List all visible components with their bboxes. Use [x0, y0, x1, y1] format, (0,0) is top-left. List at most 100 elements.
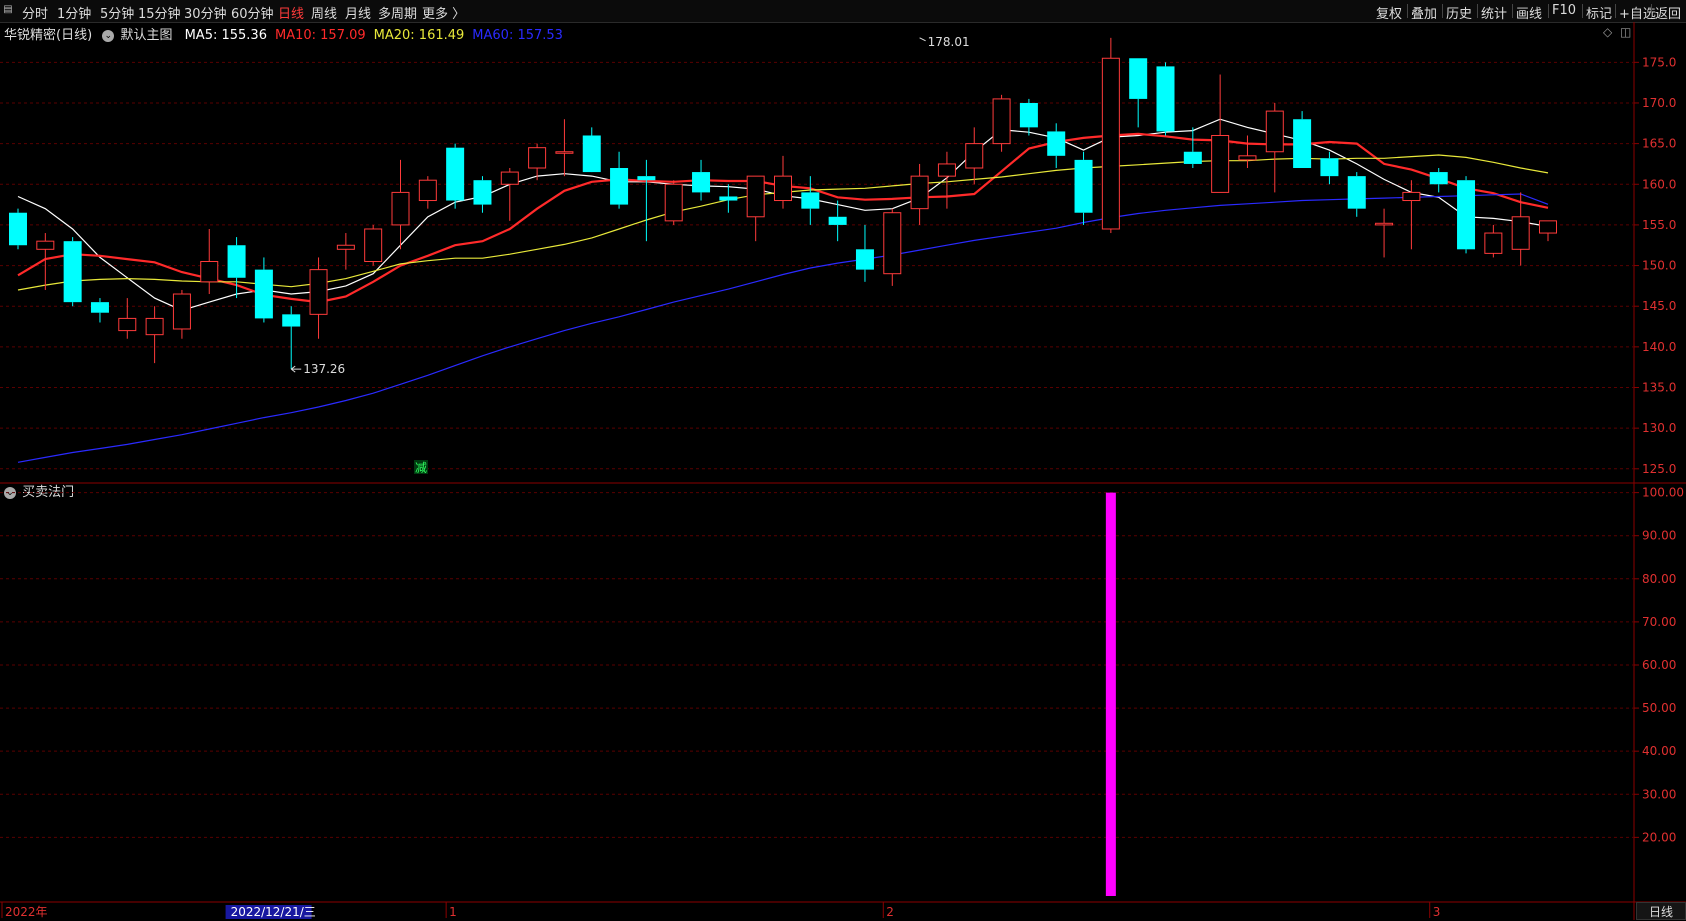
toolbar-separator: [1477, 4, 1478, 18]
candle-body-up: [883, 212, 902, 275]
period-toolbar: ▤ 分时 1分钟 5分钟 15分钟 30分钟 60分钟 日线 周线 月线 多周期 更多 〉 复权 叠加…: [0, 0, 1686, 23]
toolbar-separator: [1651, 4, 1652, 18]
low-label: 137.26: [303, 362, 345, 376]
sub-y-tick-label: 70.00: [1642, 615, 1676, 629]
toolbar-button-4[interactable]: 画线: [1516, 3, 1542, 22]
ma-line-ma5: [17, 118, 1549, 311]
x-tick-label: 2022年: [5, 905, 48, 919]
candle-body-down: [1156, 66, 1175, 132]
menu-icon[interactable]: ▤: [1, 3, 15, 17]
period-tab-1[interactable]: 1分钟: [57, 3, 91, 22]
y-tick-label: 155.0: [1642, 218, 1676, 232]
candle-body-down: [855, 249, 874, 270]
candle-body-down: [582, 135, 601, 173]
candle-body-up: [746, 175, 765, 218]
candle-body-down: [610, 168, 629, 205]
candle-body-down: [1457, 180, 1476, 250]
toolbar-button-1[interactable]: 叠加: [1411, 3, 1437, 22]
candle-body-down: [473, 180, 492, 205]
candle-body-up: [1539, 220, 1557, 234]
candle-body-up: [774, 175, 792, 202]
candle-body-down: [637, 176, 656, 181]
x-tick-label: 2: [886, 905, 894, 919]
candle-body-up: [1211, 134, 1230, 193]
candle-body-down: [828, 216, 847, 225]
low-marker: [290, 365, 302, 373]
kline-chart[interactable]: 125.0130.0135.0140.0145.0150.0155.0160.0…: [0, 22, 1686, 920]
candle-body-up: [664, 183, 683, 222]
candle-body-up: [391, 191, 410, 226]
signal-bar: [1105, 492, 1116, 896]
period-tab-10[interactable]: 更多 〉: [422, 3, 465, 22]
candle-body-down: [1320, 158, 1339, 177]
toolbar-button-3[interactable]: 统计: [1481, 3, 1507, 22]
period-tab-6[interactable]: 日线: [278, 3, 304, 22]
period-tab-7[interactable]: 周线: [311, 3, 337, 22]
candle-body-up: [965, 143, 984, 169]
candle-body-up: [992, 98, 1011, 145]
toolbar-button-6[interactable]: 标记: [1586, 3, 1612, 22]
toolbar-separator: [1407, 4, 1408, 18]
candle-body-up: [1511, 216, 1530, 250]
high-marker: [919, 37, 926, 42]
candle-body-up: [336, 244, 355, 250]
candle-body-up: [1238, 155, 1257, 161]
period-tab-3[interactable]: 15分钟: [138, 3, 181, 22]
candle-body-up: [200, 261, 219, 283]
candle-body-up: [364, 228, 383, 262]
y-tick-label: 150.0: [1642, 259, 1676, 273]
sub-y-tick-label: 20.00: [1642, 830, 1676, 844]
candle-body-down: [282, 314, 301, 327]
y-tick-label: 160.0: [1642, 177, 1676, 191]
candle-body-up: [145, 317, 164, 336]
candle-body-down: [227, 245, 246, 278]
toolbar-button-2[interactable]: 历史: [1446, 3, 1472, 22]
x-tick-label: 1: [449, 905, 457, 919]
toolbar-separator: [1442, 4, 1443, 18]
candle-body-down: [63, 241, 82, 303]
candle-body-down: [719, 196, 738, 201]
candle-body-up: [1375, 222, 1394, 226]
candle-body-up: [36, 240, 55, 250]
sub-y-tick-label: 50.00: [1642, 701, 1676, 715]
y-tick-label: 125.0: [1642, 462, 1676, 476]
candle-body-down: [1047, 131, 1066, 156]
candle-body-up: [555, 151, 574, 154]
y-tick-label: 145.0: [1642, 299, 1676, 313]
toolbar-button-0[interactable]: 复权: [1376, 3, 1402, 22]
period-tab-9[interactable]: 多周期: [378, 3, 417, 22]
candle-body-down: [1183, 151, 1202, 164]
y-tick-label: 140.0: [1642, 340, 1676, 354]
period-tab-0[interactable]: 分时: [22, 3, 48, 22]
period-tab-2[interactable]: 5分钟: [100, 3, 134, 22]
sub-y-tick-label: 60.00: [1642, 658, 1676, 672]
toolbar-separator: [1512, 4, 1513, 18]
sub-y-tick-label: 90.00: [1642, 529, 1676, 543]
candle-body-up: [500, 171, 519, 185]
candle-body-up: [1265, 110, 1284, 153]
y-tick-label: 130.0: [1642, 421, 1676, 435]
candle-body-up: [172, 293, 191, 330]
toolbar-button-5[interactable]: F10: [1552, 3, 1576, 18]
toolbar-separator: [1615, 4, 1616, 18]
candle-body-up: [1402, 191, 1421, 202]
candle-body-down: [254, 269, 273, 319]
period-tab-8[interactable]: 月线: [345, 3, 371, 22]
y-tick-label: 175.0: [1642, 55, 1676, 69]
candle-body-up: [118, 317, 137, 332]
period-tab-4[interactable]: 30分钟: [184, 3, 227, 22]
period-switch-button[interactable]: 日线: [1636, 902, 1686, 920]
period-tab-5[interactable]: 60分钟: [231, 3, 274, 22]
candle-body-down: [9, 212, 27, 246]
toolbar-button-8[interactable]: 返回: [1655, 3, 1681, 22]
candle-body-down: [1019, 102, 1038, 128]
y-tick-label: 135.0: [1642, 381, 1676, 395]
candle-body-up: [1101, 57, 1120, 230]
x-tick-label: 3: [1433, 905, 1441, 919]
candle-body-down: [1429, 172, 1448, 185]
candle-body-down: [801, 192, 820, 209]
y-tick-label: 170.0: [1642, 96, 1676, 110]
ma-line-ma60: [17, 193, 1549, 463]
x-tick-label: 2022/12/21/三: [231, 905, 316, 919]
candle-body-down: [446, 147, 465, 201]
